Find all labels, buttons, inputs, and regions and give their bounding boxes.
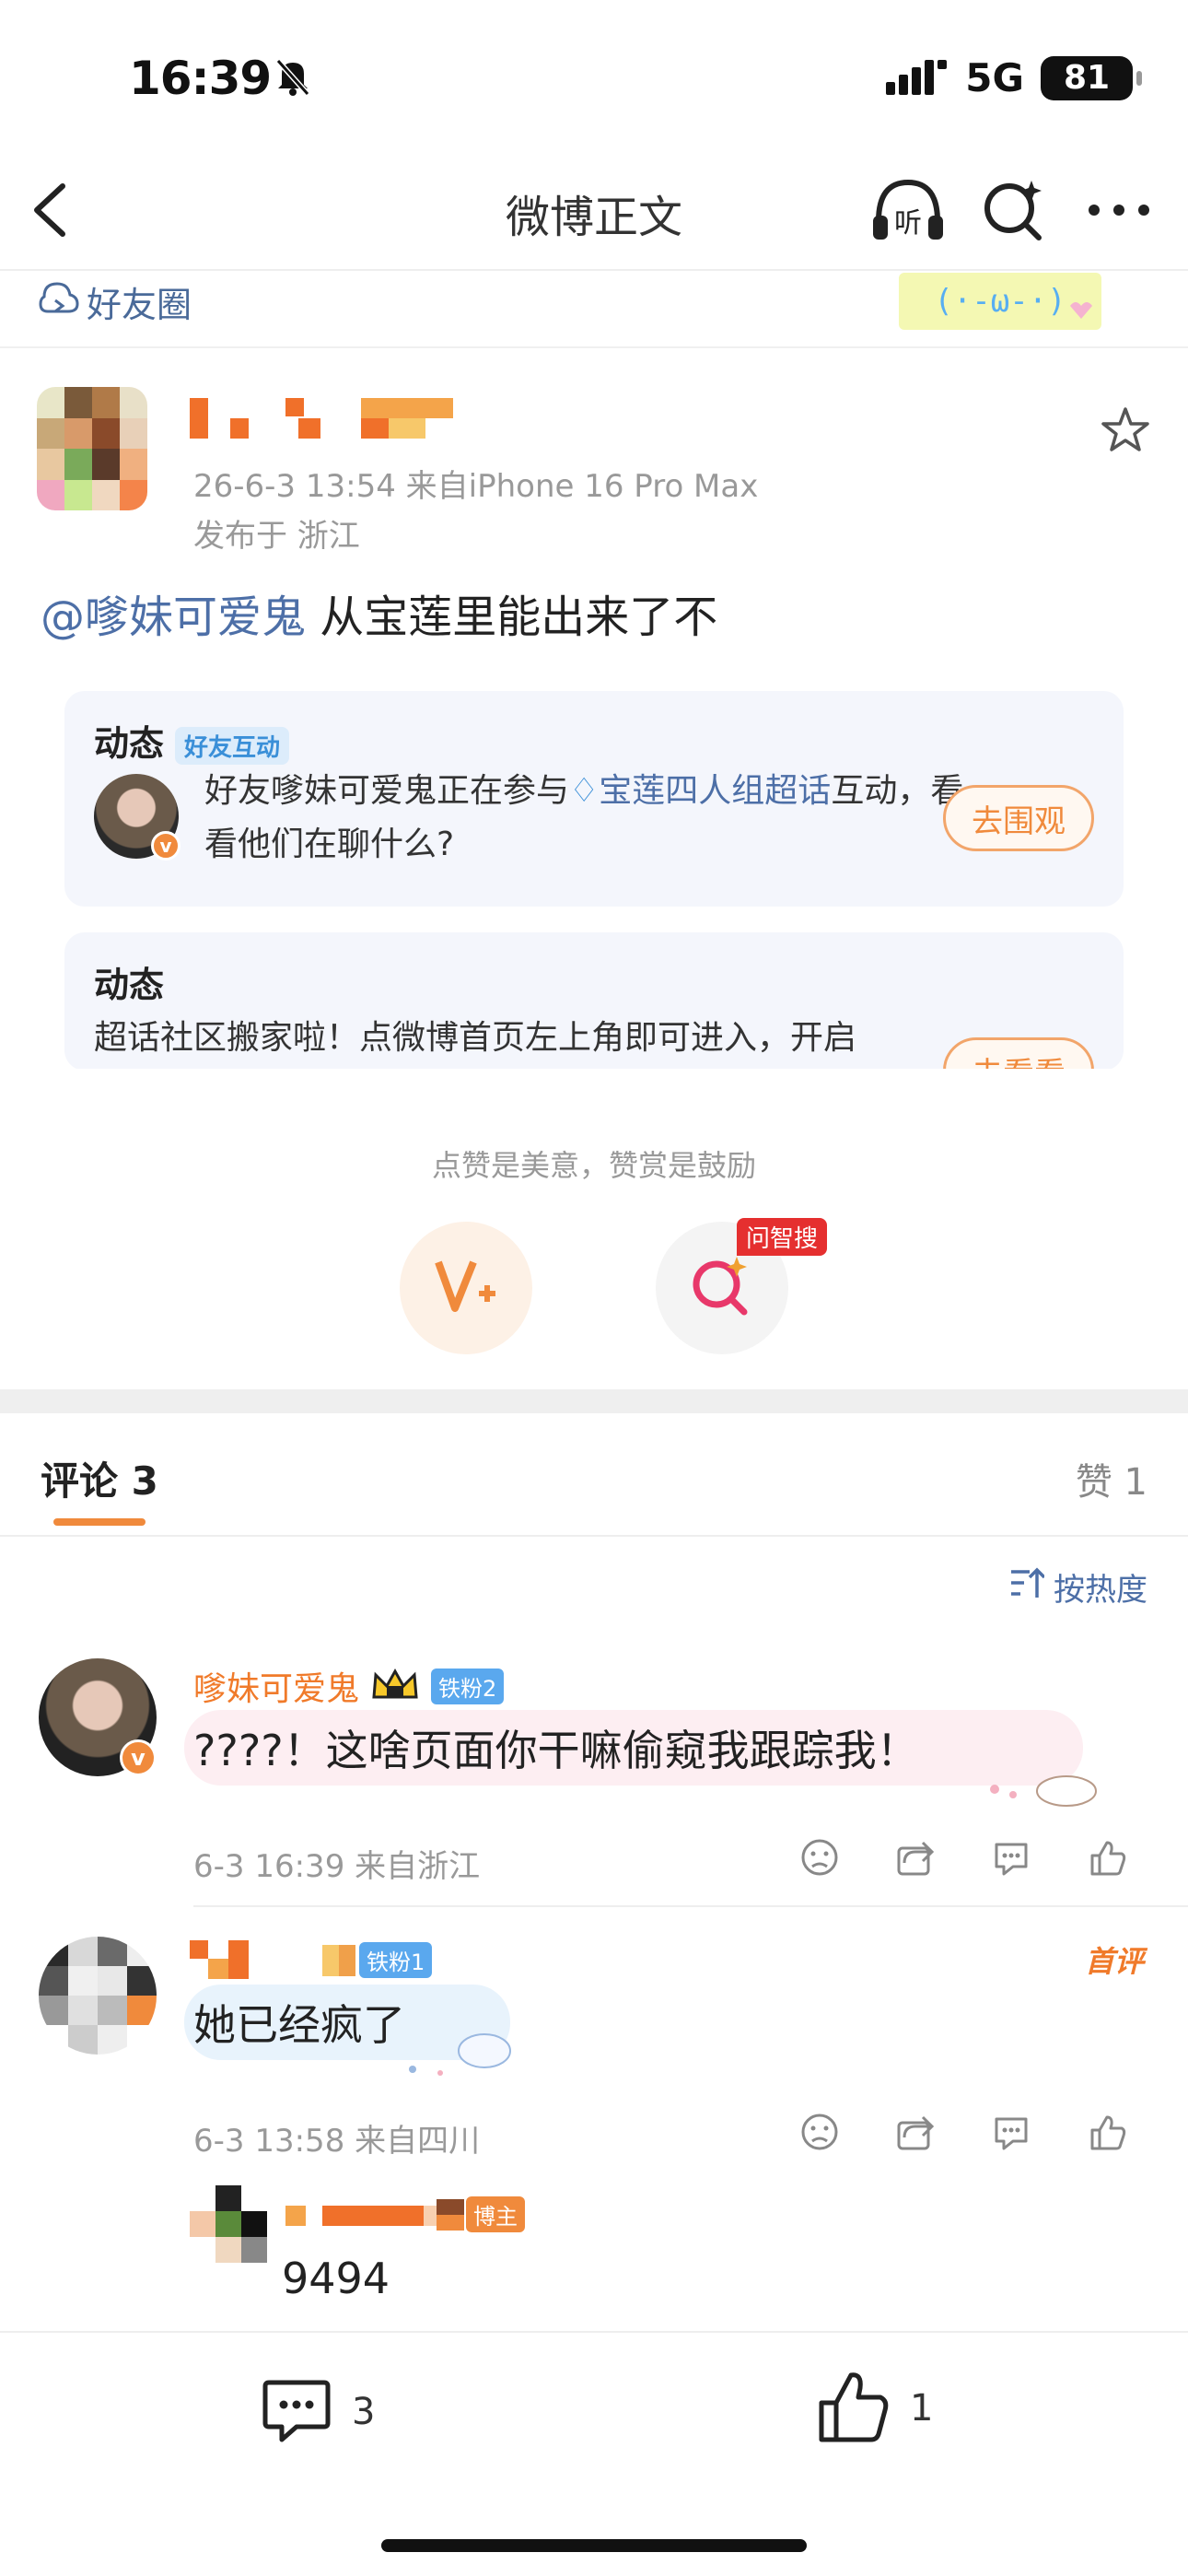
status-time: 16:39 bbox=[129, 52, 272, 105]
bottom-comment-count: 3 bbox=[352, 2391, 376, 2433]
bottom-divider bbox=[0, 2331, 1188, 2333]
post-body: @嗲妹可爱鬼 从宝莲里能出来了不 bbox=[41, 580, 717, 645]
reply-text: 9494 bbox=[282, 2254, 390, 2303]
reply-icon[interactable] bbox=[991, 2112, 1031, 2156]
tab-comments[interactable]: 评论 3 bbox=[41, 1450, 158, 1506]
dislike-icon[interactable] bbox=[799, 1837, 840, 1881]
share-icon[interactable] bbox=[895, 2112, 936, 2156]
dynamic-card-1[interactable]: 动态 好友互动 v 好友嗲妹可爱鬼正在参与♢宝莲四人组超话互动，看看他们在聊什么?… bbox=[64, 691, 1124, 907]
network-label: 5G bbox=[965, 55, 1024, 100]
reward-caption: 点赞是美意，赞赏是鼓励 bbox=[431, 1148, 756, 1183]
battery-indicator: 81 bbox=[1041, 55, 1142, 100]
commenter-name-redacted[interactable] bbox=[190, 1940, 249, 1979]
section-divider-thick bbox=[0, 1389, 1188, 1413]
post-mention-link[interactable]: @嗲妹可爱鬼 bbox=[41, 591, 306, 643]
favorite-star-icon[interactable] bbox=[1100, 405, 1151, 453]
card-title: 动态 好友互动 bbox=[94, 715, 290, 766]
friend-interaction-tag: 好友互动 bbox=[175, 727, 290, 765]
card-text: 超话社区搬家啦！点微博首页左上角即可进入，开启 bbox=[94, 1019, 857, 1057]
sort-label: 按热度 bbox=[1054, 1572, 1147, 1609]
status-right: 5G 81 bbox=[886, 55, 1142, 100]
ai-search-icon bbox=[689, 1253, 755, 1323]
svg-text:听: 听 bbox=[894, 207, 922, 240]
bottom-like-count: 1 bbox=[910, 2387, 934, 2430]
tab-divider bbox=[0, 1535, 1188, 1537]
fan-badge: 铁粉1 bbox=[359, 1942, 433, 1978]
fan-badge: 铁粉2 bbox=[431, 1668, 505, 1704]
topic-link[interactable]: 宝莲四人组超话 bbox=[599, 772, 831, 810]
more-icon[interactable] bbox=[1087, 201, 1151, 219]
post-location: 发布于 浙江 bbox=[193, 518, 360, 555]
comment-text: 她已经疯了 bbox=[193, 2000, 405, 2050]
go-see-button[interactable]: 去看看 bbox=[943, 1037, 1094, 1071]
bottom-like-button[interactable]: 1 bbox=[816, 2368, 933, 2449]
bottom-comment-button[interactable]: 3 bbox=[260, 2375, 375, 2449]
comment-2-badge: 铁粉1 bbox=[322, 1942, 433, 1978]
reply-icon[interactable] bbox=[991, 1837, 1031, 1881]
comment-actions bbox=[799, 2112, 1127, 2156]
nav-divider bbox=[0, 269, 1188, 271]
ai-search-icon[interactable] bbox=[982, 177, 1046, 243]
comment-header: 嗲妹可爱鬼 铁粉2 bbox=[193, 1662, 505, 1710]
reply-avatar[interactable] bbox=[190, 2185, 267, 2263]
host-pixel-icon bbox=[437, 2198, 464, 2231]
section-divider bbox=[0, 346, 1188, 348]
like-icon[interactable] bbox=[1087, 2112, 1127, 2156]
tab-underline bbox=[53, 1518, 146, 1526]
comment-divider bbox=[193, 1905, 1188, 1907]
ai-search-badge: 问智搜 bbox=[737, 1218, 828, 1256]
svg-text:(·-ω-·): (·-ω-·) bbox=[934, 283, 1066, 320]
home-indicator[interactable] bbox=[381, 2539, 807, 2552]
sticker-decoration bbox=[376, 2029, 523, 2080]
friends-circle-icon bbox=[37, 278, 79, 321]
first-comment-badge: 首评 bbox=[1084, 1944, 1144, 1979]
comment-meta: 6-3 16:39 来自浙江 bbox=[193, 1848, 481, 1885]
comment-text: ????！这啥页面你干嘛偷窥我跟踪我！ bbox=[193, 1726, 919, 1775]
pixel-decoration: (·-ω-·) bbox=[899, 273, 1101, 330]
verified-v-icon: v bbox=[120, 1739, 157, 1776]
host-badge: 博主 bbox=[466, 2196, 525, 2232]
card-title: 动态 bbox=[94, 965, 165, 1005]
cat-sticker-icon bbox=[967, 1763, 1100, 1809]
like-icon[interactable] bbox=[1087, 1837, 1127, 1881]
tab-likes[interactable]: 赞 1 bbox=[1076, 1452, 1147, 1505]
diamond-icon: ♢ bbox=[569, 772, 600, 810]
post-text: 从宝莲里能出来了不 bbox=[306, 591, 718, 643]
reward-area bbox=[0, 1069, 1188, 1382]
signal-icon bbox=[886, 58, 949, 99]
sort-icon bbox=[1007, 1564, 1046, 1610]
listen-icon[interactable]: 听 bbox=[869, 175, 947, 245]
go-watch-button[interactable]: 去围观 bbox=[943, 785, 1094, 851]
sort-toggle[interactable]: 按热度 bbox=[1007, 1564, 1147, 1610]
share-icon[interactable] bbox=[895, 1837, 936, 1881]
commenter-name[interactable]: 嗲妹可爱鬼 bbox=[193, 1662, 359, 1710]
comment-meta: 6-3 13:58 来自四川 bbox=[193, 2123, 481, 2160]
fan-pixel-icon bbox=[322, 1944, 355, 1976]
friends-circle-label[interactable]: 好友圈 bbox=[87, 276, 192, 327]
author-name-redacted[interactable] bbox=[190, 398, 459, 439]
comment-avatar[interactable] bbox=[39, 1937, 157, 2055]
post-meta: 26-6-3 13:54 来自iPhone 16 Pro Max bbox=[193, 468, 759, 505]
v-plus-icon bbox=[433, 1257, 499, 1319]
card-text: 好友嗲妹可爱鬼正在参与♢宝莲四人组超话互动，看看他们在聊什么? bbox=[204, 772, 964, 863]
dislike-icon[interactable] bbox=[799, 2112, 840, 2156]
reply-host-badge: 博主 bbox=[437, 2196, 525, 2232]
comment-icon bbox=[260, 2375, 333, 2449]
author-avatar[interactable] bbox=[37, 387, 147, 510]
card-avatar: v bbox=[94, 774, 181, 861]
reward-button[interactable] bbox=[400, 1222, 532, 1354]
comment-actions bbox=[799, 1837, 1127, 1881]
like-icon bbox=[816, 2368, 891, 2449]
crown-icon bbox=[370, 1666, 420, 1706]
silent-bell-icon bbox=[274, 57, 311, 98]
verified-v-icon: v bbox=[151, 831, 181, 861]
dynamic-card-2[interactable]: 动态 超话社区搬家啦！点微博首页左上角即可进入，开启 去看看 bbox=[64, 932, 1124, 1071]
